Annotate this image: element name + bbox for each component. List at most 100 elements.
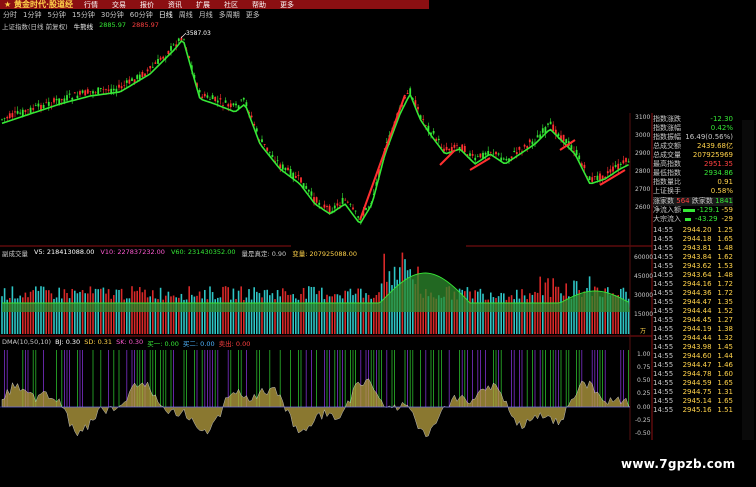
volume-bar xyxy=(141,292,144,334)
tick-row[interactable]: 14:55 2944.78 1.60 xyxy=(653,370,733,379)
candle-body xyxy=(162,56,165,59)
side-toolbar[interactable] xyxy=(742,120,754,440)
candle-body xyxy=(588,176,591,180)
candle-body xyxy=(136,75,139,79)
tick-row[interactable]: 14:55 2945.16 1.51 xyxy=(653,406,733,415)
tick-time: 14:55 xyxy=(653,244,674,252)
stat-row: 上证换手 0.58% xyxy=(653,187,733,196)
tick-row[interactable]: 14:55 2943.62 1.53 xyxy=(653,262,733,271)
volume-bar xyxy=(500,292,502,334)
tick-price: 2944.16 xyxy=(682,280,712,288)
tick-row[interactable]: 14:55 2943.98 1.45 xyxy=(653,343,733,352)
candle-body xyxy=(479,153,482,158)
tick-row[interactable]: 14:55 2944.47 1.35 xyxy=(653,298,733,307)
tick-row[interactable]: 14:55 2944.47 1.46 xyxy=(653,361,733,370)
candle-body xyxy=(245,102,248,107)
tick-time: 14:55 xyxy=(653,388,674,396)
candle-body xyxy=(99,88,102,89)
tick-row[interactable]: 14:55 2944.60 1.44 xyxy=(653,352,733,361)
candle-body xyxy=(422,119,425,120)
tick-list[interactable]: 14:55 2944.20 1.25 14:55 2944.18 1.65 14:55 294… xyxy=(653,226,733,415)
candle-body xyxy=(271,154,274,158)
volume-panel-title: 副成交量 V5: 218413088.00 V10: 227837232.00 … xyxy=(2,248,357,258)
candle-body xyxy=(27,109,29,111)
tick-row[interactable]: 14:55 2944.36 1.72 xyxy=(653,289,733,298)
volume-bar xyxy=(74,290,76,334)
quote-info-panel: 指数涨跌 -12.30 指数涨幅 0.42% 指数振幅 16.49(0.56%) 总成交额 2… xyxy=(653,115,733,415)
tick-row[interactable]: 14:55 2945.14 1.65 xyxy=(653,397,733,406)
tick-time: 14:55 xyxy=(653,280,674,288)
up-count: 564 xyxy=(676,197,690,205)
tick-row[interactable]: 14:55 2944.75 1.31 xyxy=(653,388,733,397)
candle-body xyxy=(42,104,45,109)
tick-time: 14:55 xyxy=(653,325,674,333)
candle-body xyxy=(235,103,237,106)
stat-row: 最低指数 2934.86 xyxy=(653,169,733,178)
volume-bar xyxy=(508,296,510,334)
candle-body xyxy=(599,173,601,181)
trend-arrow xyxy=(599,169,626,186)
volume-bar xyxy=(269,295,271,334)
volume-bar xyxy=(165,295,167,334)
tick-volume: 1.44 xyxy=(717,352,734,360)
peak-label: 3587.03 xyxy=(186,30,211,37)
candle-body xyxy=(24,110,27,112)
volume-bar xyxy=(211,292,214,334)
stat-value: 0.42% xyxy=(710,124,733,132)
tick-row[interactable]: 14:55 2943.84 1.62 xyxy=(653,253,733,262)
tick-row[interactable]: 14:55 2944.16 1.72 xyxy=(653,280,733,289)
candle-body xyxy=(622,160,625,164)
stat-label: 上证换手 xyxy=(653,187,681,195)
volume-bar xyxy=(271,293,274,334)
watermark-text: www.7gpzb.com xyxy=(621,457,736,471)
tick-row[interactable]: 14:55 2943.64 1.48 xyxy=(653,271,733,280)
chart-canvas[interactable]: 3587.03 3100 3000 2900 2800 2700 2600 60… xyxy=(0,0,756,487)
volume-bar xyxy=(172,295,175,334)
candle-body xyxy=(214,96,217,102)
tick-price: 2944.45 xyxy=(682,316,712,324)
candle-body xyxy=(177,38,180,41)
tick-row[interactable]: 14:55 2944.18 1.65 xyxy=(653,235,733,244)
stat-row: 指数涨幅 0.42% xyxy=(653,124,733,133)
tick-volume: 1.51 xyxy=(717,406,734,414)
volume-bar xyxy=(365,293,367,334)
candle-body xyxy=(86,89,89,94)
candle-body xyxy=(336,203,339,206)
dma-sell: 卖出: 0.00 xyxy=(218,340,251,348)
tick-row[interactable]: 14:55 2944.20 1.25 xyxy=(653,226,733,235)
candle-body xyxy=(206,95,209,98)
price-tick-2600: 2600 xyxy=(635,204,650,211)
tick-row[interactable]: 14:55 2943.81 1.48 xyxy=(653,244,733,253)
tick-row[interactable]: 14:55 2944.44 1.32 xyxy=(653,334,733,343)
volume-bar xyxy=(84,293,86,334)
candle-body xyxy=(89,91,92,92)
candle-body xyxy=(505,158,508,161)
candle-body xyxy=(495,151,497,155)
candle-body xyxy=(323,204,326,208)
tick-row[interactable]: 14:55 2944.19 1.38 xyxy=(653,325,733,334)
flow-row-net: 净流入额 -129.1 -59 xyxy=(653,206,733,215)
tick-price: 2943.81 xyxy=(682,244,712,252)
tick-volume: 1.35 xyxy=(717,298,734,306)
volume-ratio: 量是真定: 0.90 xyxy=(241,250,287,258)
volume-bar xyxy=(32,290,34,334)
volume-bar xyxy=(336,294,339,334)
candle-body xyxy=(445,146,448,150)
tick-price: 2944.47 xyxy=(682,361,712,369)
tick-time: 14:55 xyxy=(653,343,674,351)
candle-body xyxy=(47,101,50,106)
candle-body xyxy=(307,189,310,192)
volume-bar xyxy=(237,290,240,334)
tick-time: 14:55 xyxy=(653,307,674,315)
volume-bar xyxy=(113,295,115,334)
stat-row: 指数振幅 16.49(0.56%) xyxy=(653,133,733,142)
tick-row[interactable]: 14:55 2944.45 1.27 xyxy=(653,316,733,325)
tick-time: 14:55 xyxy=(653,370,674,378)
candle-body xyxy=(596,175,599,180)
tick-price: 2943.98 xyxy=(682,343,712,351)
tick-row[interactable]: 14:55 2944.59 1.65 xyxy=(653,379,733,388)
tick-row[interactable]: 14:55 2944.44 1.52 xyxy=(653,307,733,316)
dma-axis: 1.00 0.75 0.50 0.25 0.00 -0.25 -0.50 xyxy=(635,351,651,437)
candle-body xyxy=(151,66,154,68)
dma-histogram xyxy=(4,350,629,407)
